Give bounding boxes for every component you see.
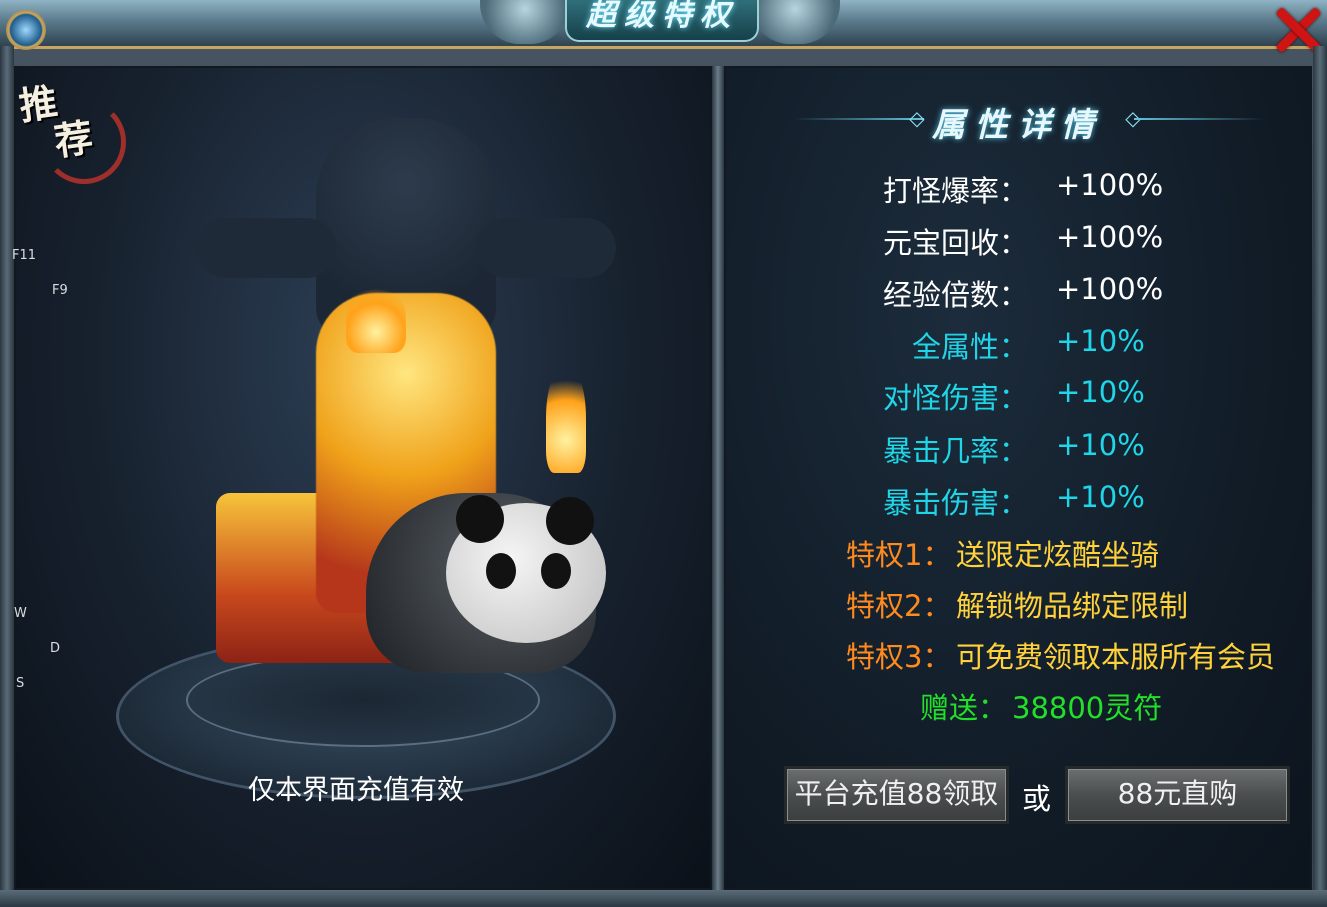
panda-eye: [541, 553, 571, 589]
privilege-label: 特权2：: [846, 589, 952, 623]
attribute-value: +100%: [1056, 220, 1164, 254]
privilege-label: 特权1：: [846, 538, 952, 572]
attribute-label: 暴击几率：: [882, 434, 1028, 468]
attribute-value: +10%: [1056, 428, 1145, 462]
direct-buy-button[interactable]: 88元直购: [1065, 766, 1290, 824]
attribute-label: 经验倍数：: [882, 278, 1028, 312]
hotkey-label: S: [16, 676, 25, 691]
title-ornament-left-icon: [480, 0, 570, 44]
recharge-claim-button[interactable]: 平台充值88领取: [784, 766, 1009, 824]
flame-icon: [346, 283, 406, 353]
attribute-label: 全属性：: [911, 330, 1028, 364]
badge-text-bottom: 荐: [51, 114, 96, 165]
panda-head: [446, 495, 606, 643]
title-center: 超级特权: [565, 0, 759, 42]
section-title: 属性详情: [932, 105, 1104, 144]
statue-arm-right: [476, 218, 616, 278]
privilege-label: 特权3：: [846, 640, 952, 674]
hotkey-label: W: [14, 606, 27, 621]
or-label: 或: [1022, 782, 1052, 816]
title-plate: 超级特权: [480, 0, 840, 44]
right-rail: [1313, 46, 1327, 896]
privilege-value: 解锁物品绑定限制: [956, 589, 1189, 623]
privilege-value: 可免费领取本服所有会员: [956, 640, 1276, 674]
window-title: 超级特权: [586, 0, 738, 33]
header-line-right: [1134, 118, 1264, 120]
gift-label: 赠送：: [920, 691, 1008, 725]
attribute-label: 元宝回收：: [882, 226, 1028, 260]
attribute-value: +10%: [1056, 324, 1145, 358]
panda-eye: [486, 553, 516, 589]
mount-model: [206, 283, 606, 733]
section-header: ◇ 属性详情 ◇: [724, 96, 1312, 146]
attribute-value: +10%: [1056, 480, 1145, 514]
attribute-value: +10%: [1056, 375, 1145, 409]
attribute-label: 打怪爆率：: [882, 174, 1028, 208]
flame-icon: [546, 363, 586, 473]
privilege-value: 送限定炫酷坐骑: [956, 538, 1160, 572]
attribute-label: 暴击伤害：: [882, 486, 1028, 520]
attribute-value: +100%: [1056, 272, 1164, 306]
hotkey-label: D: [50, 641, 61, 656]
hotkey-label: F9: [52, 283, 68, 298]
corner-gem-icon: [6, 10, 46, 50]
statue-arm-left: [196, 218, 336, 278]
title-ornament-right-icon: [750, 0, 840, 44]
hotkey-label: F11: [12, 248, 37, 263]
bottom-rail: [0, 890, 1327, 907]
recharge-notice: 仅本界面充值有效: [248, 775, 464, 806]
game-window: 超级特权 推 荐 F11 F9 W D S 仅本界面充值有效 ◇ 属性详情 ◇ …: [0, 0, 1327, 907]
attribute-label: 对怪伤害：: [882, 381, 1028, 415]
panda-ear: [546, 497, 594, 545]
recommend-badge: 推 荐: [16, 79, 126, 184]
panel-divider: [712, 66, 724, 890]
gift-value: 38800灵符: [1012, 691, 1163, 725]
panda-ear: [456, 495, 504, 543]
attribute-value: +100%: [1056, 168, 1164, 202]
preview-panel: [14, 66, 712, 890]
